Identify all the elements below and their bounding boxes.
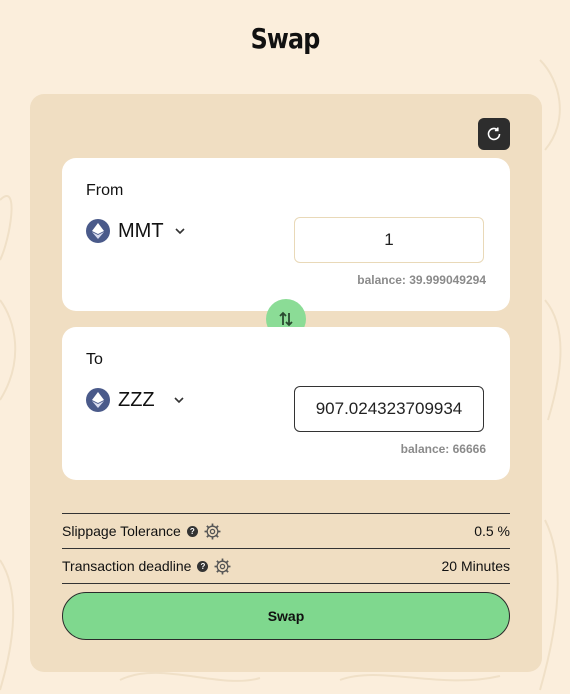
chevron-down-icon bbox=[173, 396, 185, 404]
slippage-value: 0.5 % bbox=[474, 523, 510, 539]
from-card: From MMT balance: 39.999049294 bbox=[62, 158, 510, 311]
from-amount-input[interactable] bbox=[294, 217, 484, 263]
ethereum-icon bbox=[86, 388, 110, 412]
gear-icon[interactable] bbox=[204, 523, 221, 540]
deadline-row: Transaction deadline ? 20 Minutes bbox=[62, 548, 510, 584]
deadline-value: 20 Minutes bbox=[441, 558, 510, 574]
help-icon[interactable]: ? bbox=[186, 525, 198, 537]
ethereum-icon bbox=[86, 219, 110, 243]
deadline-label: Transaction deadline bbox=[62, 558, 192, 574]
to-card: To ZZZ balance: 66666 bbox=[62, 327, 510, 480]
to-label: To bbox=[86, 351, 103, 368]
refresh-button[interactable] bbox=[478, 118, 510, 150]
help-icon[interactable]: ? bbox=[197, 560, 209, 572]
chevron-down-icon bbox=[174, 227, 186, 235]
from-balance: balance: 39.999049294 bbox=[357, 273, 486, 287]
refresh-icon bbox=[487, 127, 501, 141]
swap-panel: From MMT balance: 39.999049294 To bbox=[30, 94, 542, 672]
to-balance: balance: 66666 bbox=[400, 442, 486, 456]
swap-button[interactable]: Swap bbox=[62, 592, 510, 640]
slippage-label: Slippage Tolerance bbox=[62, 523, 181, 539]
page-title: Swap bbox=[250, 22, 321, 55]
to-token-selector[interactable]: ZZZ bbox=[86, 388, 185, 412]
gear-icon[interactable] bbox=[214, 558, 231, 575]
from-token-name: MMT bbox=[118, 219, 164, 242]
from-label: From bbox=[86, 182, 124, 199]
slippage-row: Slippage Tolerance ? 0.5 % bbox=[62, 513, 510, 548]
from-token-selector[interactable]: MMT bbox=[86, 219, 186, 243]
to-amount-input[interactable] bbox=[294, 386, 484, 432]
to-token-name: ZZZ bbox=[118, 388, 155, 411]
swap-arrows-icon bbox=[279, 311, 293, 327]
